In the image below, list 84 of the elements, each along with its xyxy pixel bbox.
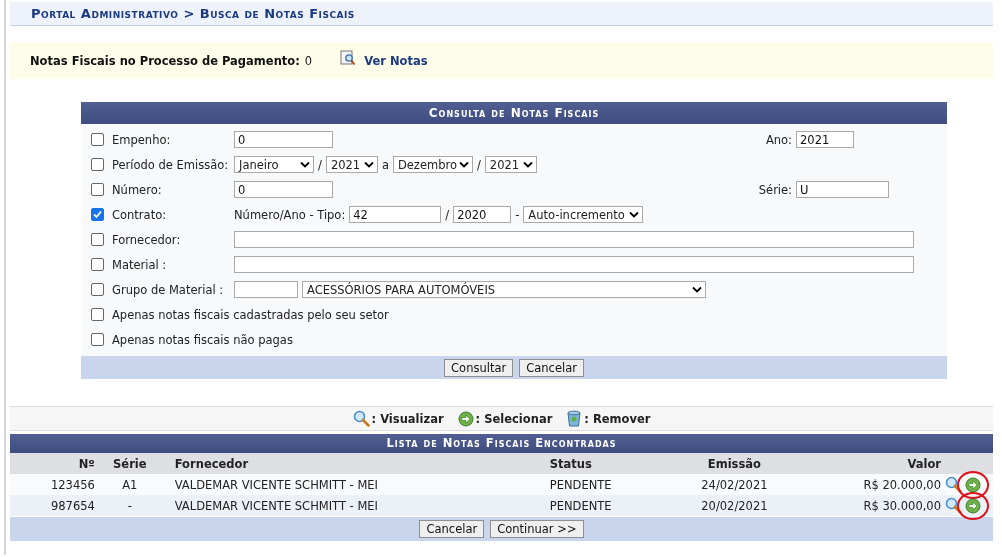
input-field[interactable]: 2021 [796,131,854,148]
checkbox[interactable] [91,133,104,146]
chevron-down-icon [363,161,374,168]
input-field[interactable]: 42 [349,206,442,223]
checkbox[interactable] [91,183,104,196]
column-header: Status [549,453,680,474]
arrow-circle-icon[interactable] [965,476,981,493]
field-text: / [445,207,450,222]
field-text: - [515,207,520,222]
checkbox[interactable] [91,258,104,271]
option-label: Apenas notas fiscais não pagas [112,332,293,347]
table-cell: 987654 [10,495,95,516]
legend-label: : Selecionar [475,411,553,426]
arrow-circle-icon [457,410,474,427]
column-header: Série [94,453,165,474]
form-title: Consulta de Notas Fiscais [81,102,947,124]
input-field[interactable]: 0 [234,181,333,198]
page-title: Portal Administrativo > Busca de Notas Fiscais [31,6,355,21]
table-cell: 24/02/2021 [679,474,790,495]
table-cell: VALDEMAR VICENTE SCHMITT - MEI [164,495,550,516]
field-text: Número/Ano - Tipo: [234,207,346,222]
input-field[interactable] [234,281,298,298]
table-cell: PENDENTE [549,474,680,495]
checkbox[interactable] [91,158,104,171]
field-label: Contrato: [112,207,168,222]
table-cell: 20/02/2021 [679,495,790,516]
results-title: Lista de Notas Fiscais Encontradas [10,434,993,453]
results-button[interactable]: Continuar >> [490,520,584,538]
table-cell: - [94,495,165,516]
option-label: Apenas notas fiscais cadastradas pelo seu setor [112,307,389,322]
dropdown[interactable]: ACESSÓRIOS PARA AUTOMÓVEIS [302,281,706,298]
notice-count: 0 [304,53,313,68]
field-text: / [318,157,322,172]
column-header: Fornecedor [164,453,550,474]
chevron-down-icon [458,161,469,168]
table-cell: R$ 30.000,00 [789,495,941,516]
field-label: Número: [112,182,163,197]
dropdown[interactable]: Janeiro [234,156,314,173]
notice-label: Notas Fiscais no Processo de Pagamento: [30,53,300,68]
trash-icon [566,410,583,427]
column-header: Nº [10,453,95,474]
field-label: Grupo de Material : [112,282,225,297]
field-text: / [476,157,481,172]
form-button[interactable]: Consultar [444,358,514,377]
chevron-down-icon [522,161,533,168]
field-label: Empenho: [112,132,172,147]
field-label: Ano: [765,132,792,147]
chevron-down-icon [629,211,640,218]
table-cell: VALDEMAR VICENTE SCHMITT - MEI [164,474,550,495]
arrow-circle-icon[interactable] [965,497,981,514]
view-notes-link[interactable]: Ver Notas [364,53,428,68]
table-cell: R$ 20.000,00 [789,474,941,495]
input-field[interactable]: 2020 [453,206,512,223]
input-field[interactable]: U [796,181,889,198]
table-cell: PENDENTE [549,495,680,516]
table-cell: A1 [94,474,165,495]
document-search-icon[interactable] [340,49,357,66]
checkbox[interactable] [91,233,104,246]
dropdown[interactable]: Dezembro [392,156,473,173]
field-label: Material : [112,257,168,272]
search-icon [352,410,370,427]
results-button[interactable]: Cancelar [419,520,485,538]
legend-label: : Visualizar [371,411,444,426]
table-cell: 123456 [10,474,95,495]
checkbox[interactable] [91,333,104,346]
field-text: a [381,157,389,172]
checkbox[interactable] [91,308,104,321]
column-header: Emissão [679,453,790,474]
legend-label: : Remover [584,411,651,426]
dropdown[interactable]: 2021 [484,156,537,173]
dropdown[interactable]: Auto-incremento [523,206,644,223]
chevron-down-icon [692,286,702,293]
chevron-down-icon [300,161,310,168]
checkbox[interactable] [91,283,104,296]
field-label: Série: [758,182,792,197]
field-label: Período de Emissão: [112,157,230,172]
checkbox[interactable] [91,208,104,221]
input-field[interactable] [234,231,914,248]
dropdown[interactable]: 2021 [325,156,378,173]
input-field[interactable] [234,256,914,273]
input-field[interactable]: 0 [234,131,333,148]
column-header: Valor [789,453,941,474]
form-button[interactable]: Cancelar [519,358,584,377]
field-label: Fornecedor: [112,232,182,247]
